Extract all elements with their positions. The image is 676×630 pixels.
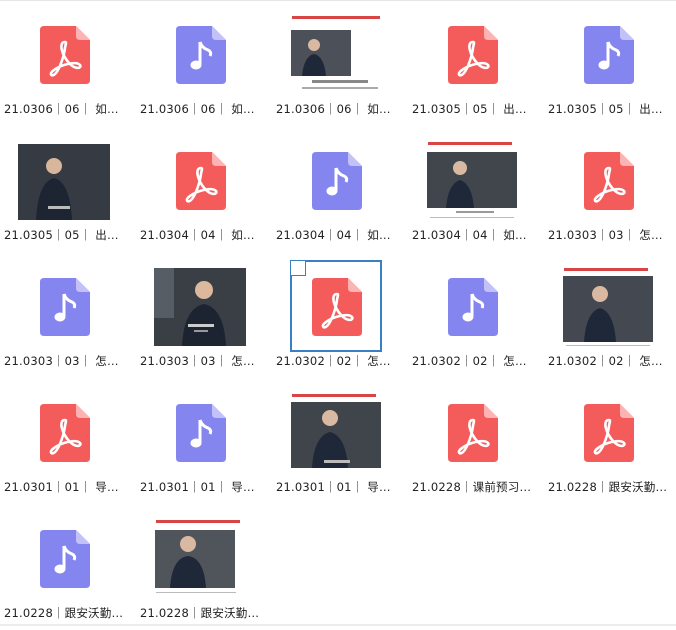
file-name: 21.0302｜02｜ 怎…: [412, 354, 527, 368]
file-tile[interactable]: 21.0305｜05｜ 出…: [408, 0, 544, 126]
file-tile[interactable]: 21.0301｜01｜ 导…: [136, 378, 272, 504]
file-tile[interactable]: 21.0228｜课前预习…: [408, 378, 544, 504]
file-name: 21.0305｜05｜ 出…: [4, 228, 119, 242]
file-name: 21.0302｜02｜ 怎…: [276, 354, 391, 368]
pdf-icon: [584, 404, 634, 462]
file-tile[interactable]: 21.0305｜05｜ 出…: [0, 126, 136, 252]
file-tile[interactable]: 21.0301｜01｜ 导…: [0, 378, 136, 504]
file-name: 21.0228｜跟安沃勤…: [548, 480, 668, 494]
pdf-icon: [40, 404, 90, 462]
video-thumbnail: [290, 392, 384, 474]
file-tile[interactable]: 21.0303｜03｜ 怎…: [136, 252, 272, 378]
music-note-icon: [584, 26, 634, 84]
file-name: 21.0304｜04｜ 如…: [276, 228, 391, 242]
file-tile[interactable]: 21.0304｜04｜ 如…: [272, 126, 408, 252]
video-thumbnail: [426, 140, 520, 222]
file-name: 21.0304｜04｜ 如…: [412, 228, 527, 242]
music-note-icon: [312, 152, 362, 210]
file-name: 21.0301｜01｜ 导…: [4, 480, 119, 494]
file-name: 21.0303｜03｜ 怎…: [548, 228, 663, 242]
pdf-icon: [448, 26, 498, 84]
music-note-icon: [448, 278, 498, 336]
file-tile[interactable]: 21.0306｜06｜ 如…: [136, 0, 272, 126]
file-name: 21.0305｜05｜ 出…: [412, 102, 527, 116]
video-thumbnail: [18, 144, 110, 220]
file-name: 21.0304｜04｜ 如…: [140, 228, 255, 242]
file-tile[interactable]: 21.0303｜03｜ 怎…: [544, 126, 676, 252]
file-tile[interactable]: 21.0304｜04｜ 如…: [136, 126, 272, 252]
video-thumbnail: [154, 268, 246, 346]
file-tile[interactable]: 21.0301｜01｜ 导…: [272, 378, 408, 504]
file-name: 21.0228｜课前预习…: [412, 480, 532, 494]
selection-checkbox[interactable]: [290, 260, 306, 276]
file-name: 21.0303｜03｜ 怎…: [140, 354, 255, 368]
file-tile[interactable]: 21.0303｜03｜ 怎…: [0, 252, 136, 378]
pdf-icon: [176, 152, 226, 210]
pdf-icon: [584, 152, 634, 210]
file-tile[interactable]: 21.0306｜06｜ 如…: [272, 0, 408, 126]
video-thumbnail: [154, 518, 248, 600]
music-note-icon: [40, 530, 90, 588]
file-name: 21.0306｜06｜ 如…: [276, 102, 391, 116]
file-tile[interactable]: 21.0228｜跟安沃勤…: [544, 378, 676, 504]
file-tile[interactable]: 21.0228｜跟安沃勤…: [0, 504, 136, 630]
video-thumbnail: [562, 266, 656, 348]
file-name: 21.0301｜01｜ 导…: [276, 480, 391, 494]
file-name: 21.0306｜06｜ 如…: [140, 102, 255, 116]
file-name: 21.0302｜02｜ 怎…: [548, 354, 663, 368]
music-note-icon: [176, 404, 226, 462]
file-name: 21.0301｜01｜ 导…: [140, 480, 255, 494]
file-name: 21.0303｜03｜ 怎…: [4, 354, 119, 368]
file-tile[interactable]: 21.0228｜跟安沃勤…: [136, 504, 272, 630]
music-note-icon: [176, 26, 226, 84]
file-tile[interactable]: 21.0302｜02｜ 怎…: [408, 252, 544, 378]
file-tile[interactable]: 21.0305｜05｜ 出…: [544, 0, 676, 126]
file-name: 21.0305｜05｜ 出…: [548, 102, 663, 116]
music-note-icon: [40, 278, 90, 336]
video-thumbnail: [290, 14, 390, 94]
file-tile[interactable]: 21.0304｜04｜ 如…: [408, 126, 544, 252]
file-name: 21.0228｜跟安沃勤…: [140, 606, 260, 620]
file-name: 21.0306｜06｜ 如…: [4, 102, 119, 116]
pdf-icon: [448, 404, 498, 462]
file-name: 21.0228｜跟安沃勤…: [4, 606, 124, 620]
pdf-icon: [40, 26, 90, 84]
file-tile[interactable]: 21.0302｜02｜ 怎…: [544, 252, 676, 378]
file-tile[interactable]: 21.0306｜06｜ 如…: [0, 0, 136, 126]
